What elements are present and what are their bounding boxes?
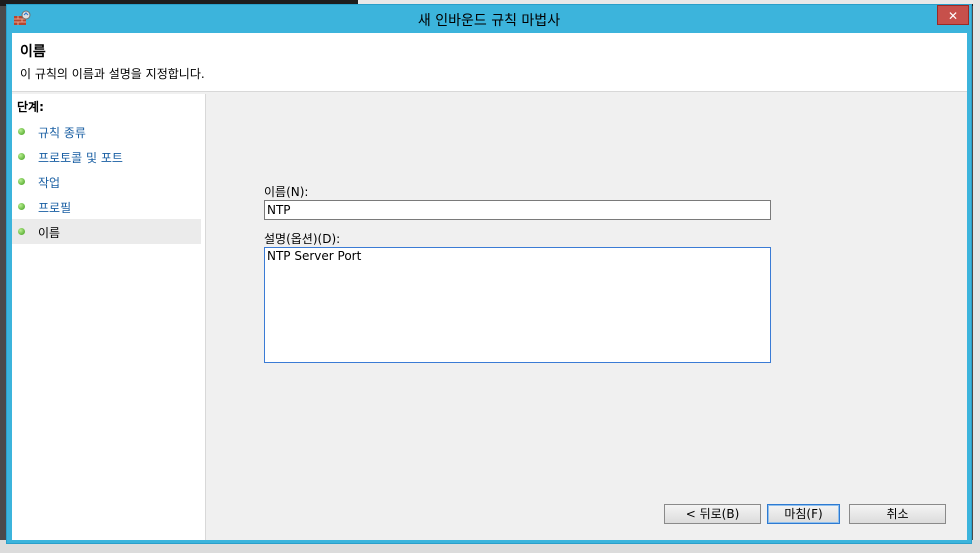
step-protocol-port[interactable]: 프로토콜 및 포트 bbox=[12, 144, 201, 169]
step-complete-icon bbox=[18, 153, 25, 160]
page-title: 이름 bbox=[20, 44, 46, 60]
steps-sidebar: 단계: 규칙 종류 프로토콜 및 포트 작업 프로필 이름 bbox=[12, 94, 206, 540]
step-label: 이름 bbox=[38, 226, 61, 240]
step-label: 작업 bbox=[38, 176, 61, 190]
step-complete-icon bbox=[18, 178, 25, 185]
background-right-edge bbox=[973, 0, 980, 553]
description-label: 설명(옵션)(D): bbox=[264, 232, 341, 246]
cancel-button[interactable]: 취소 bbox=[849, 504, 946, 524]
description-input[interactable]: NTP Server Port bbox=[264, 247, 771, 363]
steps-label: 단계: bbox=[17, 100, 44, 114]
name-label: 이름(N): bbox=[264, 185, 309, 199]
wizard-window: 새 인바운드 규칙 마법사 ✕ 이름 이 규칙의 이름과 설명을 지정합니다. … bbox=[6, 4, 972, 544]
step-complete-icon bbox=[18, 203, 25, 210]
title-bar[interactable]: 새 인바운드 규칙 마법사 ✕ bbox=[7, 5, 971, 33]
window-title: 새 인바운드 규칙 마법사 bbox=[417, 13, 561, 29]
step-complete-icon bbox=[18, 128, 25, 135]
step-profile[interactable]: 프로필 bbox=[12, 194, 201, 219]
step-name: 이름 bbox=[12, 219, 201, 244]
step-current-icon bbox=[18, 228, 25, 235]
name-input[interactable] bbox=[264, 200, 771, 220]
wizard-header: 이름 이 규칙의 이름과 설명을 지정합니다. bbox=[12, 33, 967, 92]
step-action[interactable]: 작업 bbox=[12, 169, 201, 194]
step-label: 규칙 종류 bbox=[38, 126, 86, 140]
back-button[interactable]: < 뒤로(B) bbox=[664, 504, 761, 524]
wizard-client-area: 이름 이 규칙의 이름과 설명을 지정합니다. 단계: 규칙 종류 프로토콜 및… bbox=[12, 33, 967, 540]
page-description: 이 규칙의 이름과 설명을 지정합니다. bbox=[20, 67, 205, 81]
finish-button[interactable]: 마침(F) bbox=[767, 504, 840, 524]
step-label: 프로토콜 및 포트 bbox=[38, 151, 123, 165]
close-button[interactable]: ✕ bbox=[937, 5, 969, 25]
step-rule-type[interactable]: 규칙 종류 bbox=[12, 119, 201, 144]
step-label: 프로필 bbox=[38, 201, 72, 215]
